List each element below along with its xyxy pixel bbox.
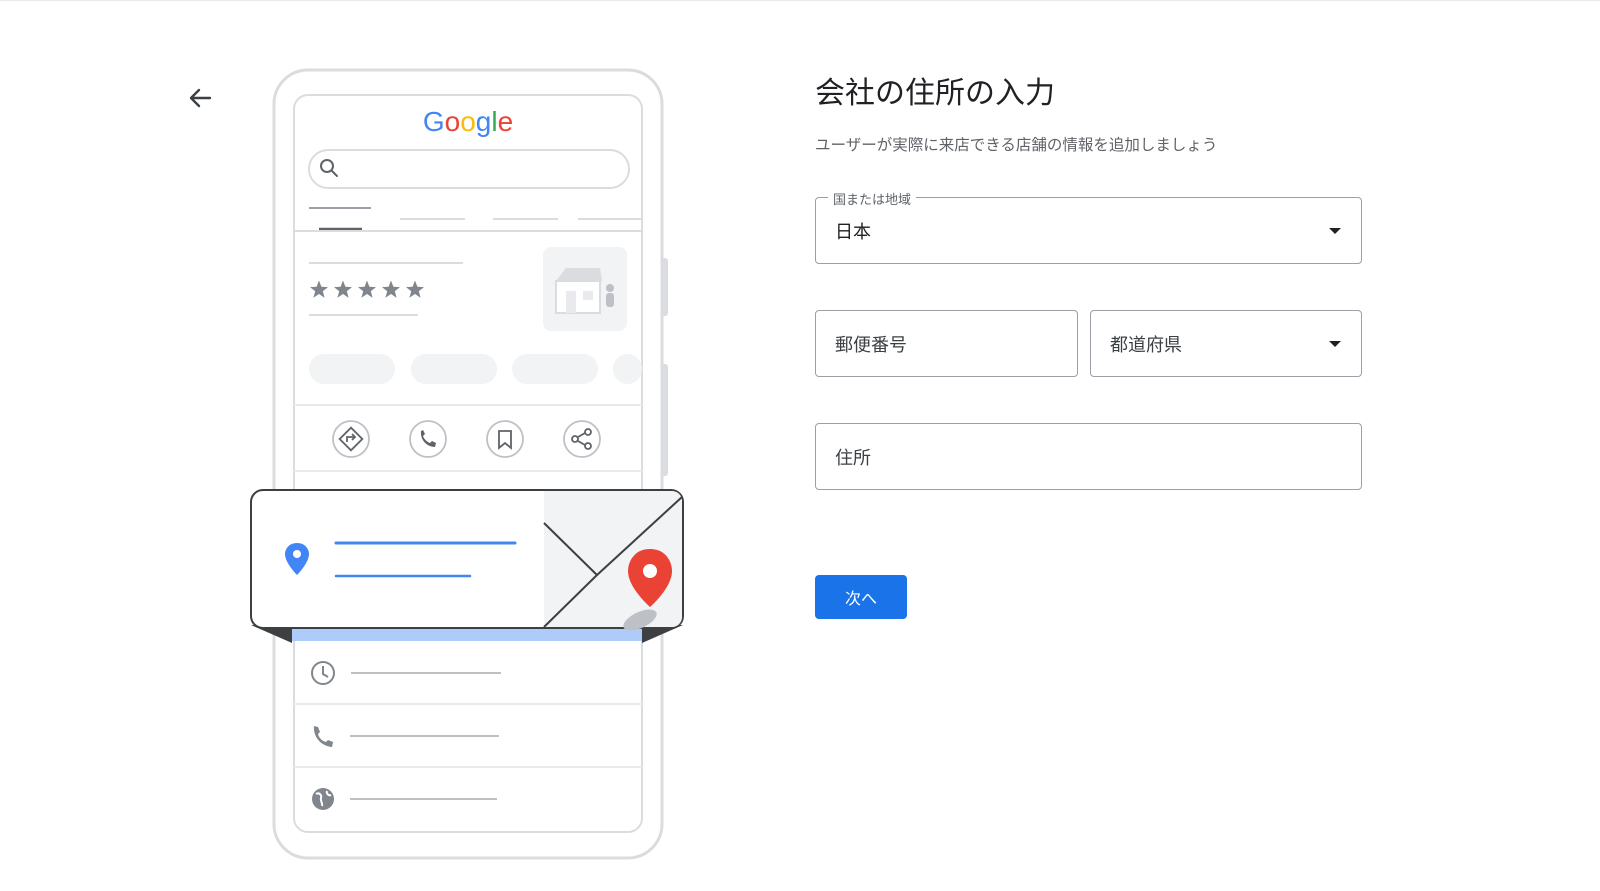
google-logo-letter: G (423, 106, 445, 137)
dropdown-caret-icon (1329, 340, 1341, 347)
address-card (250, 489, 684, 643)
dropdown-caret-icon (1329, 227, 1341, 234)
phone-screen (293, 94, 643, 833)
google-logo-letter: o (445, 106, 461, 137)
chip-row (309, 354, 642, 384)
google-logo-letter: g (476, 106, 492, 137)
prefecture-select[interactable]: 都道府県 (1090, 310, 1362, 377)
country-label: 国または地域 (828, 189, 917, 208)
globe-icon (312, 788, 334, 810)
postal-code-field[interactable]: 郵便番号 (815, 310, 1078, 377)
google-logo-letter: e (498, 106, 514, 137)
business-profile-illustration: Google (250, 68, 684, 860)
page-subtitle: ユーザーが実際に来店できる店舗の情報を追加しましょう (815, 136, 1218, 154)
address-placeholder: 住所 (835, 447, 871, 469)
phone-side-button (662, 258, 668, 316)
next-button[interactable]: 次へ (815, 575, 907, 619)
storefront-thumbnail (543, 247, 627, 331)
prefecture-placeholder: 都道府県 (1110, 334, 1182, 356)
country-select[interactable]: 国または地域 日本 (815, 189, 1362, 264)
google-logo: Google (423, 106, 513, 137)
google-logo-letter: o (460, 106, 476, 137)
search-bar (308, 149, 630, 189)
postal-code-placeholder: 郵便番号 (835, 334, 907, 356)
country-value: 日本 (835, 221, 871, 243)
phone-side-button-2 (662, 364, 668, 476)
page-title: 会社の住所の入力 (815, 76, 1055, 111)
address-field[interactable]: 住所 (815, 423, 1362, 490)
